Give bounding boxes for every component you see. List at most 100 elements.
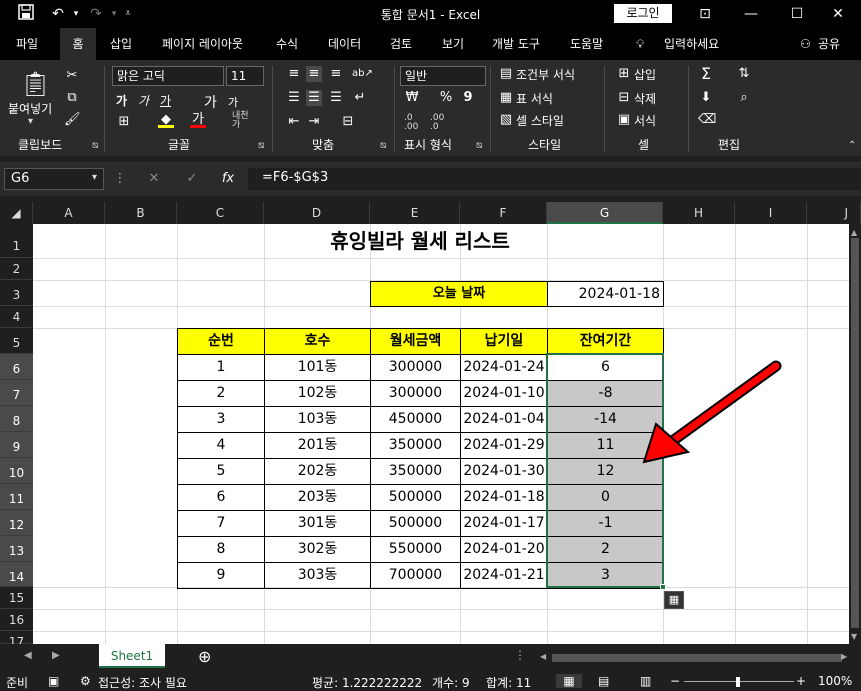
person-icon[interactable]: ⚇ [796,28,815,60]
table-cell-due-date[interactable]: 2024-01-18 [460,484,548,511]
column-header-i[interactable]: I [735,202,807,224]
zoom-out-icon[interactable]: − [670,674,680,688]
tab-page-layout[interactable]: 페이지 레이아웃 [158,28,247,60]
number-launcher-icon[interactable]: ⧅ [476,140,482,151]
font-shrink-icon[interactable]: 가 [228,94,238,110]
table-cell-unit[interactable]: 201동 [264,432,371,459]
scroll-up-icon[interactable]: ▲ [851,228,857,237]
table-header-unit[interactable]: 호수 [264,328,371,355]
table-cell-rent[interactable]: 300000 [370,380,461,407]
table-cell-no[interactable]: 7 [177,510,265,537]
wrap-text-icon[interactable]: ↵ [352,90,368,106]
page-layout-view-icon[interactable]: ▤ [598,674,609,688]
search-tell-me[interactable]: 입력하세요 [660,28,723,60]
format-cells-button[interactable]: 서식 [634,112,656,129]
scroll-left-icon[interactable]: ◀ [540,652,546,661]
table-cell-due-date[interactable]: 2024-01-10 [460,380,548,407]
italic-icon[interactable]: 가 [138,92,149,109]
cell-style-button[interactable]: 셀 스타일 [516,112,564,129]
quick-analysis-icon[interactable]: ▦ [664,591,684,609]
macro-record-icon[interactable]: ▣ [48,674,59,688]
zoom-level[interactable]: 100% [818,674,852,688]
font-size-select[interactable]: 11 [226,66,264,86]
share-button[interactable]: 공유 [814,28,844,60]
column-header-h[interactable]: H [663,202,735,224]
table-cell-no[interactable]: 2 [177,380,265,407]
column-header-c[interactable]: C [177,202,264,224]
ribbon-display-icon[interactable]: ⊡ [682,0,728,28]
prev-sheet-icon[interactable]: ◀ [24,650,32,661]
today-label-cell[interactable]: 오늘 날짜 [370,281,548,307]
fill-color-icon[interactable]: ◆ [158,112,174,128]
table-cell-unit[interactable]: 103동 [264,406,371,433]
confirm-entry-icon[interactable]: ✓ [184,171,200,187]
align-right-icon[interactable]: ☰ [328,90,344,106]
column-header-d[interactable]: D [264,202,370,224]
select-all-corner[interactable]: ◢ [0,202,33,224]
tab-formulas[interactable]: 수식 [272,28,302,60]
row-header-16[interactable]: 16 [0,609,33,631]
row-header-9[interactable]: 9 [0,432,33,458]
lightbulb-icon[interactable]: 💡︎ [632,28,648,60]
number-format-select[interactable]: 일반 [400,66,486,86]
table-cell-remaining[interactable]: 0 [547,484,664,511]
border-icon[interactable]: ⊞ [116,114,132,130]
login-button[interactable]: 로그인 [614,4,672,23]
table-cell-unit[interactable]: 202동 [264,458,371,485]
increase-decimal-icon[interactable]: .0.00 [404,114,418,132]
find-select-icon[interactable]: ⌕ [736,90,752,106]
sheet-title[interactable]: 휴잉빌라 월세 리스트 [177,224,663,258]
paste-button[interactable]: 붙여넣기 [8,100,52,117]
row-header-8[interactable]: 8 [0,406,33,432]
bold-icon[interactable]: 가 [116,92,127,109]
table-cell-rent[interactable]: 350000 [370,458,461,485]
table-header-no[interactable]: 순번 [177,328,265,355]
add-sheet-icon[interactable]: ⊕ [198,647,211,666]
table-cell-remaining[interactable]: -1 [547,510,664,537]
minimize-icon[interactable]: — [728,0,774,28]
column-header-g[interactable]: G [547,202,663,224]
percent-icon[interactable]: % [438,90,454,106]
fill-handle[interactable] [660,584,666,590]
table-cell-due-date[interactable]: 2024-01-29 [460,432,548,459]
align-center-icon[interactable]: ☰ [306,90,322,106]
zoom-in-icon[interactable]: + [796,674,806,688]
column-header-e[interactable]: E [370,202,460,224]
row-header-13[interactable]: 13 [0,536,33,562]
clipboard-launcher-icon[interactable]: ⧅ [92,140,98,151]
column-header-a[interactable]: A [33,202,105,224]
decrease-decimal-icon[interactable]: .00.0 [430,114,444,132]
table-cell-no[interactable]: 8 [177,536,265,563]
name-box[interactable]: G6 [4,168,104,190]
tab-split-icon[interactable]: ⋮ [514,648,526,662]
table-cell-remaining[interactable]: 2 [547,536,664,563]
table-cell-unit[interactable]: 301동 [264,510,371,537]
row-header-2[interactable]: 2 [0,258,33,280]
horizontal-scroll-thumb[interactable] [552,654,842,662]
table-cell-due-date[interactable]: 2024-01-04 [460,406,548,433]
collapse-ribbon-icon[interactable]: ⌃ [848,140,856,151]
table-format-button[interactable]: 표 서식 [516,90,553,107]
table-cell-unit[interactable]: 203동 [264,484,371,511]
comma-style-icon[interactable]: 9 [460,90,476,106]
table-cell-rent[interactable]: 500000 [370,484,461,511]
alignment-launcher-icon[interactable]: ⧅ [380,140,386,151]
table-cell-no[interactable]: 5 [177,458,265,485]
table-header-due-date[interactable]: 납기일 [460,328,548,355]
formula-input[interactable]: =F6-$G$3 [248,168,861,190]
tab-review[interactable]: 검토 [386,28,416,60]
table-cell-no[interactable]: 3 [177,406,265,433]
tab-view[interactable]: 보기 [438,28,468,60]
font-grow-icon[interactable]: 가 [204,92,217,112]
row-header-6[interactable]: 6 [0,354,33,380]
align-middle-icon[interactable]: ≡ [306,66,322,82]
maximize-icon[interactable]: ☐ [774,0,820,28]
underline-icon[interactable]: 가 [160,92,171,109]
row-header-7[interactable]: 7 [0,380,33,406]
normal-view-icon[interactable]: ▦ [556,674,582,688]
table-cell-no[interactable]: 9 [177,562,265,589]
horizontal-scrollbar[interactable]: ◀ ▶ [536,652,849,664]
accessibility-icon[interactable]: ⚙ [80,674,91,688]
page-break-view-icon[interactable]: ▥ [640,674,651,688]
tab-data[interactable]: 데이터 [324,28,365,60]
